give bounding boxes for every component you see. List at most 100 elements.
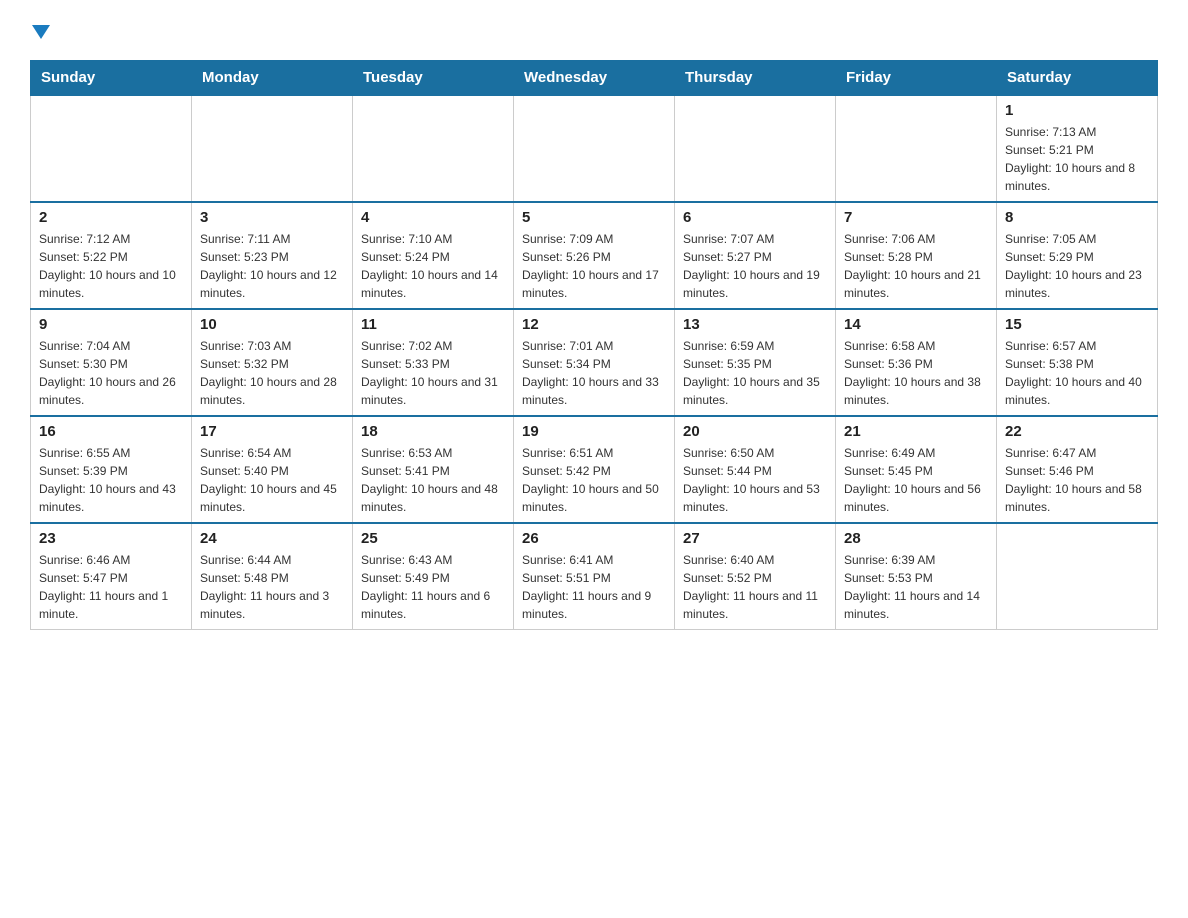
day-number: 8	[1005, 209, 1149, 226]
calendar-cell: 24Sunrise: 6:44 AM Sunset: 5:48 PM Dayli…	[192, 523, 353, 630]
day-number: 5	[522, 209, 666, 226]
page-header	[30, 20, 1158, 44]
day-number: 3	[200, 209, 344, 226]
calendar-cell	[514, 95, 675, 202]
day-info: Sunrise: 6:49 AM Sunset: 5:45 PM Dayligh…	[844, 444, 988, 516]
calendar-cell	[836, 95, 997, 202]
calendar-header-row: SundayMondayTuesdayWednesdayThursdayFrid…	[31, 61, 1158, 96]
calendar-week-row: 1 Sunrise: 7:13 AM Sunset: 5:21 PM Daylig…	[31, 95, 1158, 202]
calendar-cell: 15 Sunrise: 6:57 AM Sunset: 5:38 PM Dayli…	[997, 309, 1158, 416]
calendar-table: SundayMondayTuesdayWednesdayThursdayFrid…	[30, 60, 1158, 630]
day-number: 18	[361, 423, 505, 440]
weekday-header-thursday: Thursday	[675, 61, 836, 96]
weekday-header-saturday: Saturday	[997, 61, 1158, 96]
weekday-header-sunday: Sunday	[31, 61, 192, 96]
day-number: 20	[683, 423, 827, 440]
day-number: 17	[200, 423, 344, 440]
calendar-cell: 9 Sunrise: 7:04 AM Sunset: 5:30 PM Daylig…	[31, 309, 192, 416]
calendar-cell: 13 Sunrise: 6:59 AM Sunset: 5:35 PM Dayli…	[675, 309, 836, 416]
day-number: 28	[844, 530, 988, 547]
day-number: 22	[1005, 423, 1149, 440]
day-info: Sunrise: 7:02 AM Sunset: 5:33 PM Dayligh…	[361, 337, 505, 409]
calendar-cell: 16 Sunrise: 6:55 AM Sunset: 5:39 PM Dayli…	[31, 416, 192, 523]
calendar-cell: 25 Sunrise: 6:43 AM Sunset: 5:49 PM Dayli…	[353, 523, 514, 630]
calendar-cell	[192, 95, 353, 202]
day-info: Sunrise: 6:54 AM Sunset: 5:40 PM Dayligh…	[200, 444, 344, 516]
day-number: 2	[39, 209, 183, 226]
day-info: Sunrise: 6:47 AM Sunset: 5:46 PM Dayligh…	[1005, 444, 1149, 516]
day-info: Sunrise: 6:57 AM Sunset: 5:38 PM Dayligh…	[1005, 337, 1149, 409]
calendar-week-row: 23 Sunrise: 6:46 AM Sunset: 5:47 PM Dayli…	[31, 523, 1158, 630]
day-info: Sunrise: 7:01 AM Sunset: 5:34 PM Dayligh…	[522, 337, 666, 409]
day-number: 13	[683, 316, 827, 333]
calendar-cell: 4 Sunrise: 7:10 AM Sunset: 5:24 PM Daylig…	[353, 202, 514, 309]
day-info: Sunrise: 6:53 AM Sunset: 5:41 PM Dayligh…	[361, 444, 505, 516]
calendar-week-row: 2 Sunrise: 7:12 AM Sunset: 5:22 PM Daylig…	[31, 202, 1158, 309]
day-number: 12	[522, 316, 666, 333]
day-info: Sunrise: 7:05 AM Sunset: 5:29 PM Dayligh…	[1005, 230, 1149, 302]
calendar-cell: 3 Sunrise: 7:11 AM Sunset: 5:23 PM Daylig…	[192, 202, 353, 309]
day-number: 6	[683, 209, 827, 226]
weekday-header-friday: Friday	[836, 61, 997, 96]
day-info: Sunrise: 6:55 AM Sunset: 5:39 PM Dayligh…	[39, 444, 183, 516]
calendar-cell: 14Sunrise: 6:58 AM Sunset: 5:36 PM Dayli…	[836, 309, 997, 416]
day-number: 10	[200, 316, 344, 333]
calendar-cell	[31, 95, 192, 202]
weekday-header-tuesday: Tuesday	[353, 61, 514, 96]
calendar-cell: 19 Sunrise: 6:51 AM Sunset: 5:42 PM Dayli…	[514, 416, 675, 523]
calendar-cell: 2 Sunrise: 7:12 AM Sunset: 5:22 PM Daylig…	[31, 202, 192, 309]
calendar-week-row: 9 Sunrise: 7:04 AM Sunset: 5:30 PM Daylig…	[31, 309, 1158, 416]
day-info: Sunrise: 7:10 AM Sunset: 5:24 PM Dayligh…	[361, 230, 505, 302]
day-info: Sunrise: 7:11 AM Sunset: 5:23 PM Dayligh…	[200, 230, 344, 302]
calendar-cell: 26 Sunrise: 6:41 AM Sunset: 5:51 PM Dayli…	[514, 523, 675, 630]
day-number: 14	[844, 316, 988, 333]
logo-general-line	[30, 20, 50, 44]
day-number: 15	[1005, 316, 1149, 333]
day-number: 23	[39, 530, 183, 547]
day-number: 16	[39, 423, 183, 440]
day-info: Sunrise: 6:43 AM Sunset: 5:49 PM Dayligh…	[361, 551, 505, 623]
day-info: Sunrise: 6:41 AM Sunset: 5:51 PM Dayligh…	[522, 551, 666, 623]
day-info: Sunrise: 6:40 AM Sunset: 5:52 PM Dayligh…	[683, 551, 827, 623]
calendar-cell: 1 Sunrise: 7:13 AM Sunset: 5:21 PM Daylig…	[997, 95, 1158, 202]
day-info: Sunrise: 6:46 AM Sunset: 5:47 PM Dayligh…	[39, 551, 183, 623]
day-info: Sunrise: 7:13 AM Sunset: 5:21 PM Dayligh…	[1005, 123, 1149, 195]
day-number: 26	[522, 530, 666, 547]
calendar-cell: 23 Sunrise: 6:46 AM Sunset: 5:47 PM Dayli…	[31, 523, 192, 630]
calendar-cell: 21 Sunrise: 6:49 AM Sunset: 5:45 PM Dayli…	[836, 416, 997, 523]
calendar-cell: 12 Sunrise: 7:01 AM Sunset: 5:34 PM Dayli…	[514, 309, 675, 416]
day-info: Sunrise: 7:06 AM Sunset: 5:28 PM Dayligh…	[844, 230, 988, 302]
logo-triangle-icon	[32, 25, 50, 39]
day-number: 7	[844, 209, 988, 226]
calendar-cell: 28Sunrise: 6:39 AM Sunset: 5:53 PM Dayli…	[836, 523, 997, 630]
day-info: Sunrise: 6:51 AM Sunset: 5:42 PM Dayligh…	[522, 444, 666, 516]
calendar-cell	[353, 95, 514, 202]
day-number: 4	[361, 209, 505, 226]
logo	[30, 20, 50, 44]
day-info: Sunrise: 6:59 AM Sunset: 5:35 PM Dayligh…	[683, 337, 827, 409]
calendar-cell: 5Sunrise: 7:09 AM Sunset: 5:26 PM Daylig…	[514, 202, 675, 309]
day-info: Sunrise: 6:50 AM Sunset: 5:44 PM Dayligh…	[683, 444, 827, 516]
day-number: 9	[39, 316, 183, 333]
day-info: Sunrise: 7:04 AM Sunset: 5:30 PM Dayligh…	[39, 337, 183, 409]
calendar-cell	[997, 523, 1158, 630]
calendar-cell	[675, 95, 836, 202]
calendar-cell: 8 Sunrise: 7:05 AM Sunset: 5:29 PM Daylig…	[997, 202, 1158, 309]
calendar-cell: 22 Sunrise: 6:47 AM Sunset: 5:46 PM Dayli…	[997, 416, 1158, 523]
day-number: 24	[200, 530, 344, 547]
calendar-week-row: 16 Sunrise: 6:55 AM Sunset: 5:39 PM Dayli…	[31, 416, 1158, 523]
calendar-cell: 11 Sunrise: 7:02 AM Sunset: 5:33 PM Dayli…	[353, 309, 514, 416]
day-number: 19	[522, 423, 666, 440]
calendar-cell: 10 Sunrise: 7:03 AM Sunset: 5:32 PM Dayli…	[192, 309, 353, 416]
calendar-cell: 18 Sunrise: 6:53 AM Sunset: 5:41 PM Dayli…	[353, 416, 514, 523]
calendar-cell: 17 Sunrise: 6:54 AM Sunset: 5:40 PM Dayli…	[192, 416, 353, 523]
day-number: 21	[844, 423, 988, 440]
day-number: 1	[1005, 102, 1149, 119]
day-info: Sunrise: 7:03 AM Sunset: 5:32 PM Dayligh…	[200, 337, 344, 409]
weekday-header-wednesday: Wednesday	[514, 61, 675, 96]
day-number: 25	[361, 530, 505, 547]
day-number: 11	[361, 316, 505, 333]
day-info: Sunrise: 7:12 AM Sunset: 5:22 PM Dayligh…	[39, 230, 183, 302]
day-number: 27	[683, 530, 827, 547]
calendar-cell: 20 Sunrise: 6:50 AM Sunset: 5:44 PM Dayli…	[675, 416, 836, 523]
